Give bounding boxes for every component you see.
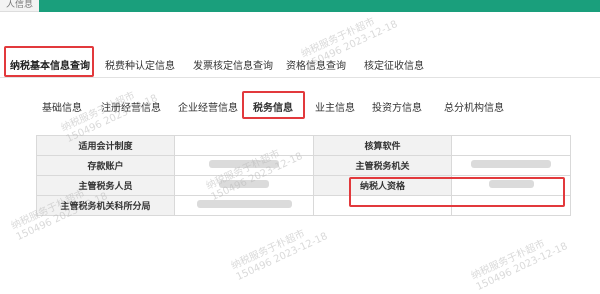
tab-assessed-collection[interactable]: 核定征收信息	[364, 57, 424, 72]
highlight-main-tab	[4, 46, 94, 77]
watermark: 纳税服务于朴超市 150496 2023-12-18	[469, 238, 570, 293]
label-accounting-software: 核算软件	[313, 135, 452, 156]
value-accounting-system	[174, 135, 314, 156]
table-row: 适用会计制度 核算软件	[36, 135, 571, 156]
label-tax-authority: 主管税务机关	[313, 155, 452, 176]
label-deposit-account: 存款账户	[36, 155, 175, 176]
redacted-value	[219, 180, 269, 188]
page-title: 人信息	[0, 0, 40, 12]
value-tax-authority	[451, 155, 571, 176]
value-deposit-account	[174, 155, 314, 176]
redacted-value	[209, 160, 279, 168]
subtab-investor-info[interactable]: 投资方信息	[372, 99, 422, 114]
subtab-basic-info[interactable]: 基础信息	[42, 99, 82, 114]
subtab-business-operation[interactable]: 企业经营信息	[178, 99, 238, 114]
table-row: 存款账户 主管税务机关	[36, 155, 571, 176]
top-bar	[0, 0, 600, 12]
value-tax-officer	[174, 175, 314, 196]
subtab-branch-info[interactable]: 总分机构信息	[444, 99, 504, 114]
subtab-owner-info[interactable]: 业主信息	[315, 99, 355, 114]
value-tax-sub-bureau	[174, 195, 314, 216]
tab-invoice-approval[interactable]: 发票核定信息查询	[193, 57, 273, 72]
label-tax-sub-bureau: 主管税务机关科所分局	[36, 195, 175, 216]
redacted-value	[196, 200, 292, 208]
subtab-registration-info[interactable]: 注册经营信息	[101, 99, 161, 114]
highlight-taxpayer-qualification	[349, 177, 565, 207]
watermark: 纳税服务于朴超市 150496 2023-12-18	[229, 228, 330, 283]
label-tax-officer: 主管税务人员	[36, 175, 175, 196]
highlight-sub-tab	[242, 91, 305, 119]
label-accounting-system: 适用会计制度	[36, 135, 175, 156]
tab-tax-type-recognition[interactable]: 税费种认定信息	[105, 57, 175, 72]
tab-qualification-info[interactable]: 资格信息查询	[286, 57, 346, 72]
value-accounting-software	[451, 135, 571, 156]
redacted-value	[471, 160, 551, 168]
